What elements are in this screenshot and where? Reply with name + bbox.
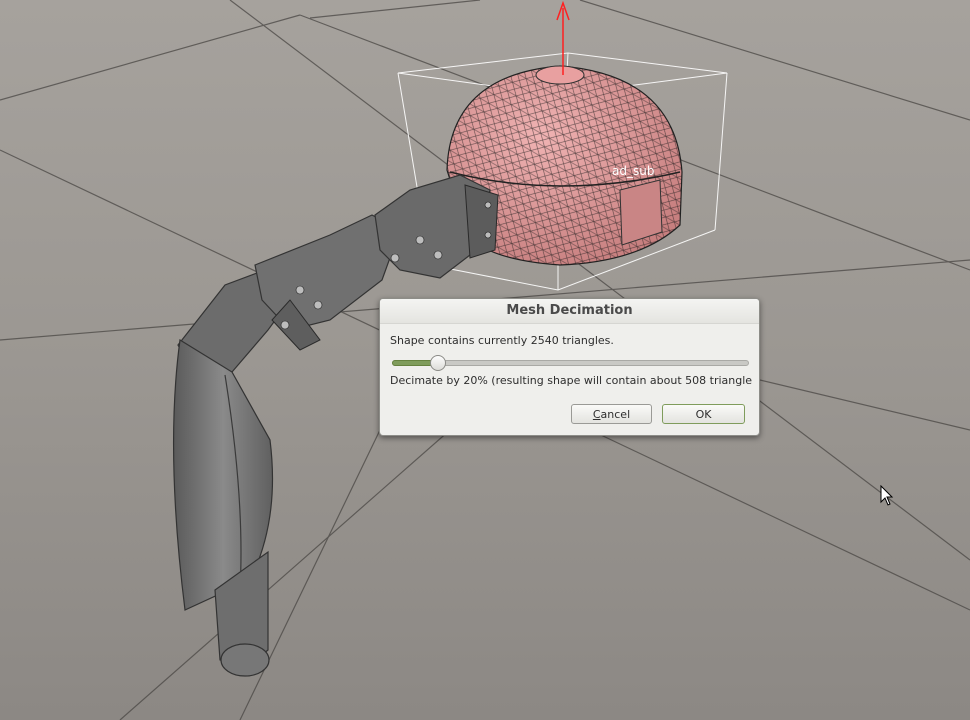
cancel-label: ancel	[600, 408, 631, 421]
decimation-status-text: Decimate by 20% (resulting shape will co…	[390, 374, 753, 387]
decimation-slider[interactable]	[392, 355, 749, 371]
ok-label: OK	[695, 408, 712, 421]
dialog-title: Mesh Decimation	[380, 299, 759, 324]
cancel-mnemonic: C	[592, 408, 601, 421]
mesh-object-label: ad_sub	[612, 164, 654, 178]
triangle-count-message: Shape contains currently 2540 triangles.	[390, 334, 614, 347]
slider-handle[interactable]	[430, 355, 447, 371]
mesh-decimation-dialog: Mesh Decimation Shape contains currently…	[379, 298, 760, 436]
mouse-cursor-icon	[880, 485, 894, 506]
ok-button[interactable]: OK	[662, 404, 745, 424]
cancel-button[interactable]: Cancel	[571, 404, 652, 424]
